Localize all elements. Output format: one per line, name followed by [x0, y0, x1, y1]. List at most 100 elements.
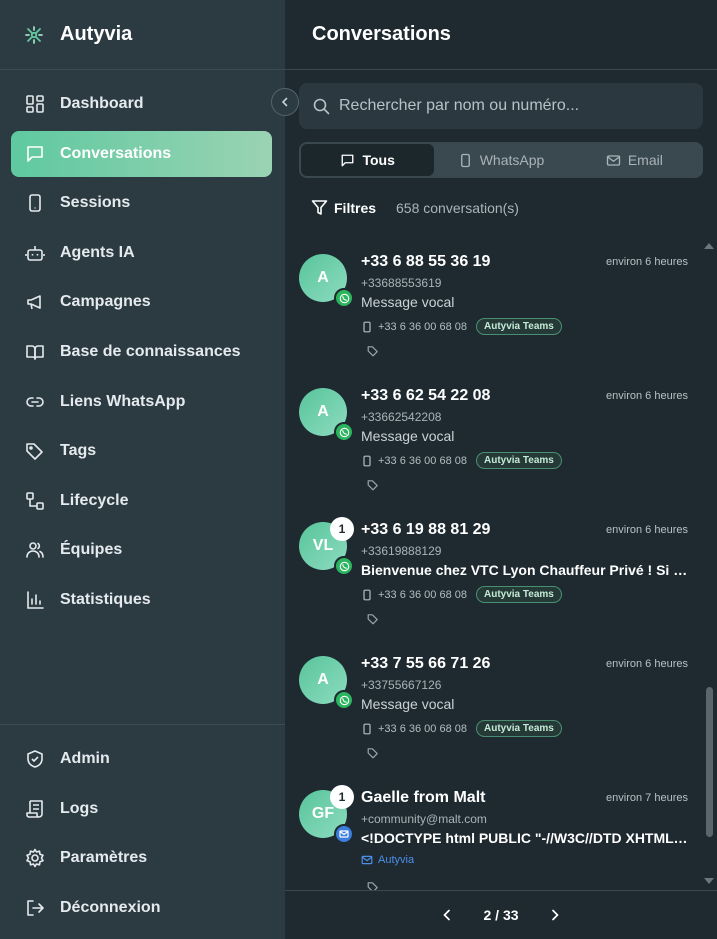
- last-message: <!DOCTYPE html PUBLIC "-//W3C//DTD XHTML…: [361, 830, 691, 846]
- line-number: +33 6 36 00 68 08: [378, 454, 467, 467]
- mail-icon: [334, 824, 354, 844]
- sidebar-item-campagnes[interactable]: Campagnes: [11, 279, 272, 325]
- sidebar-item-label: Logs: [60, 799, 99, 817]
- sidebar-item-statistiques[interactable]: Statistiques: [11, 577, 272, 623]
- team-badge: Autyvia Teams: [476, 586, 562, 603]
- last-message: Message vocal: [361, 294, 455, 310]
- channel-tabs: Tous WhatsApp Email: [299, 142, 703, 178]
- filter-icon: [311, 199, 328, 216]
- tag-icon[interactable]: [367, 345, 379, 357]
- smartphone-icon: [361, 455, 373, 467]
- conversation-item[interactable]: VL 1 +33 6 19 88 81 29 environ 6 heures …: [285, 508, 705, 642]
- sidebar-item-label: Lifecycle: [60, 491, 129, 509]
- timestamp: environ 6 heures: [606, 524, 688, 536]
- line-info: Autyvia: [361, 854, 414, 866]
- contact-name: +33 6 19 88 81 29: [361, 521, 491, 538]
- contact-name: +33 6 88 55 36 19: [361, 253, 491, 270]
- contact-id: +33662542208: [361, 410, 442, 424]
- sidebar-item-dashboard[interactable]: Dashboard: [11, 81, 272, 127]
- last-message: Bienvenue chez VTC Lyon Chauffeur Privé …: [361, 562, 691, 578]
- tab-label: Tous: [362, 152, 395, 168]
- team-badge: Autyvia Teams: [476, 452, 562, 469]
- app-name: Autyvia: [60, 23, 133, 45]
- conversation-item[interactable]: A +33 6 62 54 22 08 environ 6 heures +33…: [285, 374, 705, 508]
- sidebar-item-label: Campagnes: [60, 293, 151, 311]
- bot-icon: [24, 242, 46, 264]
- sidebar-item-label: Agents IA: [60, 243, 135, 261]
- conversation-item[interactable]: GF 1 Gaelle from Malt environ 7 heures +…: [285, 776, 705, 890]
- message-square-icon: [340, 153, 355, 168]
- tab-email[interactable]: Email: [568, 144, 701, 176]
- sidebar-item-parametres[interactable]: Paramètres: [11, 835, 272, 881]
- filters-button[interactable]: Filtres: [311, 199, 376, 216]
- sidebar-item-agents-ia[interactable]: Agents IA: [11, 230, 272, 276]
- unread-badge: 1: [330, 785, 354, 809]
- previous-page-button[interactable]: [435, 903, 459, 927]
- link-icon: [24, 391, 46, 413]
- scroll-thumb[interactable]: [706, 687, 713, 837]
- sidebar-item-base-de-connaissances[interactable]: Base de connaissances: [11, 329, 272, 375]
- filters-row: Filtres 658 conversation(s): [311, 199, 519, 216]
- sidebar-item-sessions[interactable]: Sessions: [11, 180, 272, 226]
- smartphone-icon: [24, 192, 46, 214]
- sidebar-item-deconnexion[interactable]: Déconnexion: [11, 885, 272, 931]
- sidebar-item-label: Tags: [60, 442, 97, 460]
- conversation-item[interactable]: A +33 7 55 66 71 26 environ 6 heures +33…: [285, 642, 705, 776]
- smartphone-icon: [361, 723, 373, 735]
- sidebar-bottom: Admin Logs Paramètres Déconnexion: [0, 724, 285, 934]
- search-box: [299, 83, 703, 129]
- whatsapp-icon: [334, 422, 354, 442]
- shield-icon: [24, 748, 46, 770]
- tag-icon[interactable]: [367, 881, 379, 890]
- collapse-sidebar-button[interactable]: [271, 88, 299, 116]
- sidebar-item-logs[interactable]: Logs: [11, 786, 272, 832]
- scroll-down-arrow-icon[interactable]: [704, 878, 714, 884]
- sidebar-item-lifecycle[interactable]: Lifecycle: [11, 478, 272, 524]
- whatsapp-icon: [334, 556, 354, 576]
- conversation-count: 658 conversation(s): [396, 199, 519, 216]
- sidebar-item-label: Dashboard: [60, 95, 144, 112]
- page-indicator: 2 / 33: [483, 907, 519, 923]
- scroll-text-icon: [24, 798, 46, 820]
- sidebar-item-label: Base de connaissances: [60, 342, 241, 360]
- smartphone-icon: [361, 589, 373, 601]
- tag-icon[interactable]: [367, 479, 379, 491]
- tag-icon[interactable]: [367, 747, 379, 759]
- sidebar-item-label: Équipes: [60, 541, 123, 559]
- sidebar-item-conversations[interactable]: Conversations: [11, 130, 272, 177]
- sidebar-item-label: Conversations: [60, 144, 172, 162]
- book-open-icon: [24, 341, 46, 363]
- megaphone-icon: [24, 291, 46, 313]
- tab-label: WhatsApp: [479, 152, 545, 168]
- sidebar-item-label: Liens WhatsApp: [60, 392, 186, 410]
- bar-chart-icon: [24, 589, 46, 611]
- search-input[interactable]: [339, 97, 679, 115]
- sidebar-item-tags[interactable]: Tags: [11, 428, 272, 474]
- tab-whatsapp[interactable]: WhatsApp: [434, 144, 567, 176]
- timestamp: environ 6 heures: [606, 390, 688, 402]
- list-scrollbar[interactable]: [703, 240, 715, 890]
- tab-tous[interactable]: Tous: [301, 144, 435, 176]
- sidebar-item-admin[interactable]: Admin: [11, 736, 272, 782]
- sidebar-item-label: Déconnexion: [60, 898, 161, 916]
- layout-grid-icon: [24, 93, 46, 115]
- team-badge: Autyvia Teams: [476, 720, 562, 737]
- sidebar-item-label: Admin: [60, 750, 110, 767]
- main-panel: Conversations Tous WhatsApp Email: [285, 0, 717, 939]
- next-page-button[interactable]: [543, 903, 567, 927]
- line-info: +33 6 36 00 68 08 Autyvia Teams: [361, 318, 562, 335]
- sidebar-item-equipes[interactable]: Équipes: [11, 527, 272, 573]
- filters-label: Filtres: [334, 199, 377, 216]
- contact-id: +33688553619: [361, 276, 442, 290]
- chevron-left-icon: [281, 97, 288, 107]
- scroll-up-arrow-icon[interactable]: [704, 243, 714, 249]
- contact-name: +33 6 62 54 22 08: [361, 387, 491, 404]
- timestamp: environ 7 heures: [606, 792, 688, 804]
- sidebar-item-label: Paramètres: [60, 849, 148, 867]
- conversation-item[interactable]: A +33 6 88 55 36 19 environ 6 heures +33…: [285, 240, 705, 374]
- tag-icon[interactable]: [367, 613, 379, 625]
- sidebar-item-liens-whatsapp[interactable]: Liens WhatsApp: [11, 379, 272, 425]
- chevron-left-icon: [443, 909, 451, 921]
- line-info: +33 6 36 00 68 08 Autyvia Teams: [361, 720, 562, 737]
- tab-label: Email: [627, 152, 663, 168]
